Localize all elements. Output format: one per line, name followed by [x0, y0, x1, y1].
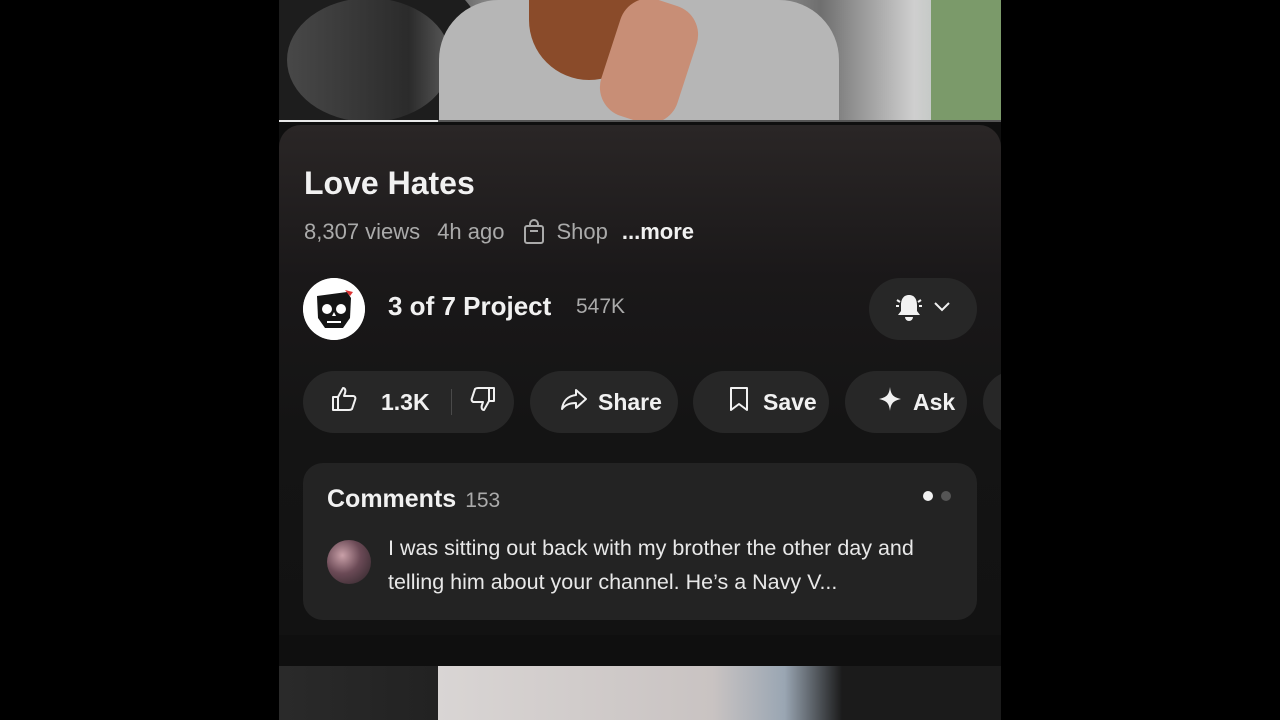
thumbs-down-icon[interactable]	[470, 386, 496, 418]
comments-count: 153	[465, 489, 501, 512]
channel-avatar[interactable]	[303, 278, 365, 340]
video-player[interactable]	[279, 0, 1001, 122]
channel-name[interactable]: 3 of 7 Project	[388, 291, 551, 322]
share-icon	[560, 387, 588, 417]
subscriber-count: 547K	[576, 295, 626, 318]
bookmark-icon	[729, 386, 749, 418]
top-comment-text: I was sitting out back with my brother t…	[388, 536, 914, 594]
video-title: Love Hates	[304, 165, 475, 201]
like-divider	[450, 389, 452, 415]
view-count: 8,307 views	[304, 219, 421, 244]
action-bar: 1.3K Share Save Ask	[303, 371, 1001, 433]
thumbs-up-icon[interactable]	[331, 386, 357, 418]
notification-bell-button[interactable]	[869, 278, 977, 340]
carousel-dot-active	[923, 491, 933, 501]
ask-button[interactable]: Ask	[845, 371, 967, 433]
next-video-thumbnail[interactable]	[279, 666, 1001, 720]
shop-link[interactable]: Shop	[556, 219, 607, 245]
video-car-window	[931, 0, 1001, 122]
share-button[interactable]: Share	[530, 371, 678, 433]
sparkle-icon	[879, 387, 901, 417]
comments-header: Comments 153	[327, 485, 500, 514]
comments-card[interactable]: Comments 153 I was sitting out back with…	[303, 463, 977, 620]
shopping-bag-icon	[522, 219, 546, 245]
share-label: Share	[598, 388, 662, 415]
video-meta-row[interactable]: 8,307 views 4h ago Shop ...more	[304, 218, 694, 246]
carousel-dot	[941, 491, 951, 501]
comments-label: Comments	[327, 485, 457, 513]
bell-icon	[895, 292, 923, 327]
save-button[interactable]: Save	[693, 371, 829, 433]
commenter-avatar	[327, 540, 371, 584]
like-count[interactable]: 1.3K	[381, 389, 430, 416]
more-link[interactable]: ...more	[622, 219, 694, 245]
video-progress-fill	[279, 120, 438, 122]
save-label: Save	[763, 388, 817, 415]
phone-frame: Love Hates 8,307 views 4h ago Shop ...mo…	[279, 0, 1001, 720]
carousel-dots	[923, 491, 951, 501]
chevron-down-icon	[933, 300, 951, 318]
like-dislike-pill: 1.3K	[303, 371, 514, 433]
more-actions-pill[interactable]	[983, 371, 1001, 433]
upload-age: 4h ago	[437, 219, 505, 244]
video-info-panel: Love Hates 8,307 views 4h ago Shop ...mo…	[279, 125, 1001, 635]
video-progress-bar[interactable]	[279, 120, 1001, 122]
ask-label: Ask	[913, 388, 956, 415]
